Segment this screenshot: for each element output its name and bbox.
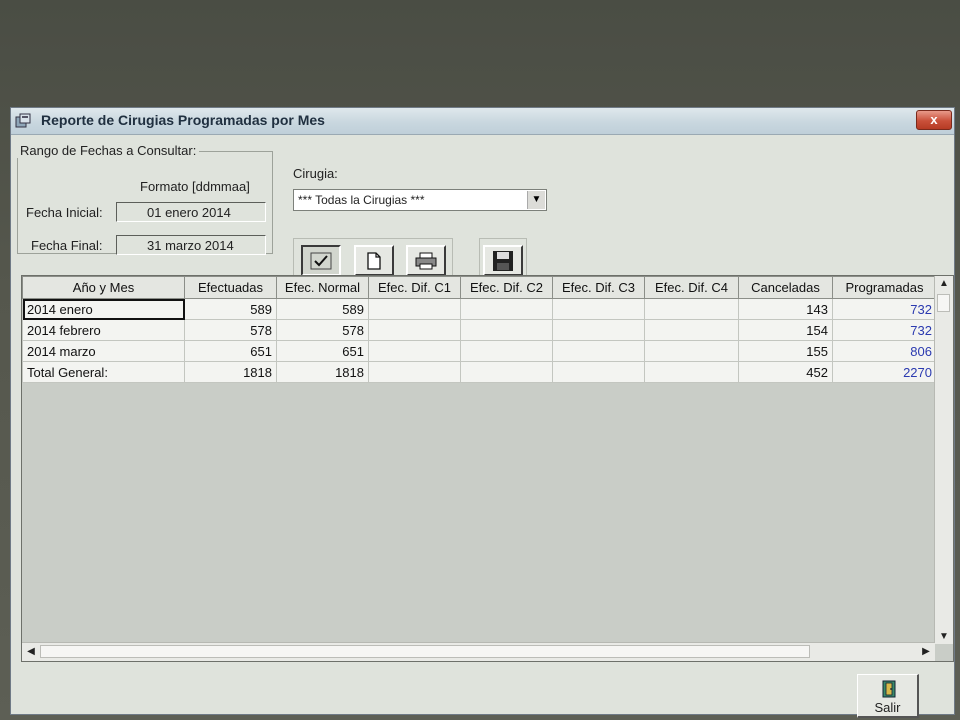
table-cell[interactable] xyxy=(644,319,739,341)
surgery-label: Cirugia: xyxy=(293,166,338,181)
table-row[interactable]: 2014 febrero 578 578 154 732 xyxy=(22,319,937,341)
table-cell[interactable]: 651 xyxy=(184,340,277,362)
exit-door-icon xyxy=(882,680,896,698)
table-cell[interactable] xyxy=(644,340,739,362)
run-query-button[interactable] xyxy=(301,245,341,276)
end-date-label: Fecha Final: xyxy=(31,238,103,253)
table-row[interactable]: 2014 marzo 651 651 155 806 xyxy=(22,340,937,362)
table-cell[interactable] xyxy=(460,319,553,341)
column-header[interactable]: Efectuadas xyxy=(184,276,277,299)
report-table: Año y Mes Efectuadas Efec. Normal Efec. … xyxy=(22,276,937,383)
total-row[interactable]: Total General: 1818 1818 452 2270 xyxy=(22,361,937,383)
scroll-down-icon[interactable]: ▼ xyxy=(936,631,952,642)
surgery-select[interactable]: *** Todas la Cirugias *** ▼ xyxy=(293,189,547,211)
end-date-field[interactable]: 31 marzo 2014 xyxy=(116,235,266,255)
table-cell[interactable] xyxy=(644,361,739,383)
table-cell[interactable] xyxy=(644,298,739,320)
window-body: Formato [ddmmaa] Fecha Inicial: 01 enero… xyxy=(11,135,954,718)
table-cell[interactable]: 155 xyxy=(738,340,833,362)
column-header[interactable]: Efec. Normal xyxy=(276,276,369,299)
table-cell[interactable]: 589 xyxy=(276,298,369,320)
column-header[interactable]: Programadas xyxy=(832,276,937,299)
new-report-button[interactable] xyxy=(354,245,394,276)
print-button[interactable] xyxy=(406,245,446,276)
table-cell[interactable]: 2014 enero xyxy=(22,298,185,320)
print-icon xyxy=(415,252,437,269)
table-cell[interactable]: 154 xyxy=(738,319,833,341)
check-icon xyxy=(310,252,332,269)
close-button[interactable]: x xyxy=(916,110,952,130)
table-cell[interactable] xyxy=(368,361,461,383)
date-range-legend: Rango de Fechas a Consultar: xyxy=(17,143,200,158)
surgery-selected-value: *** Todas la Cirugias *** xyxy=(298,193,425,207)
table-cell[interactable]: 2270 xyxy=(832,361,937,383)
column-header[interactable]: Efec. Dif. C2 xyxy=(460,276,553,299)
table-row[interactable]: 2014 enero 589 589 143 732 xyxy=(22,298,937,320)
column-header[interactable]: Efec. Dif. C4 xyxy=(644,276,739,299)
save-button[interactable] xyxy=(483,245,523,276)
table-cell[interactable]: 452 xyxy=(738,361,833,383)
report-window: Reporte de Cirugias Programadas por Mes … xyxy=(10,107,955,718)
table-cell[interactable] xyxy=(552,319,645,341)
table-cell[interactable] xyxy=(552,340,645,362)
horizontal-scrollbar[interactable]: ◀ ▶ xyxy=(22,642,935,661)
table-cell[interactable] xyxy=(460,340,553,362)
table-cell[interactable]: 732 xyxy=(832,298,937,320)
table-cell[interactable] xyxy=(460,361,553,383)
save-icon xyxy=(493,250,513,271)
scroll-right-icon[interactable]: ▶ xyxy=(918,646,934,657)
table-cell[interactable]: 578 xyxy=(184,319,277,341)
table-cell[interactable] xyxy=(460,298,553,320)
column-header[interactable]: Canceladas xyxy=(738,276,833,299)
date-format-label: Formato [ddmmaa] xyxy=(140,179,250,194)
table-cell[interactable]: 589 xyxy=(184,298,277,320)
table-header-row: Año y Mes Efectuadas Efec. Normal Efec. … xyxy=(22,276,937,299)
table-cell[interactable]: Total General: xyxy=(22,361,185,383)
table-cell[interactable]: 2014 febrero xyxy=(22,319,185,341)
date-range-group: Formato [ddmmaa] Fecha Inicial: 01 enero… xyxy=(17,151,273,255)
table-cell[interactable]: 806 xyxy=(832,340,937,362)
report-grid[interactable]: Año y Mes Efectuadas Efec. Normal Efec. … xyxy=(21,275,954,662)
table-cell[interactable]: 143 xyxy=(738,298,833,320)
column-header[interactable]: Efec. Dif. C1 xyxy=(368,276,461,299)
scroll-left-icon[interactable]: ◀ xyxy=(23,646,39,657)
column-header[interactable]: Año y Mes xyxy=(22,276,185,299)
title-bar[interactable]: Reporte de Cirugias Programadas por Mes … xyxy=(11,108,954,135)
scroll-up-icon[interactable]: ▲ xyxy=(936,278,952,289)
table-cell[interactable] xyxy=(368,319,461,341)
table-cell[interactable]: 1818 xyxy=(276,361,369,383)
table-cell[interactable] xyxy=(368,298,461,320)
table-cell[interactable]: 732 xyxy=(832,319,937,341)
table-cell[interactable]: 1818 xyxy=(184,361,277,383)
start-date-field[interactable]: 01 enero 2014 xyxy=(116,202,266,222)
table-cell[interactable] xyxy=(552,361,645,383)
table-cell[interactable]: 651 xyxy=(276,340,369,362)
vertical-scrollbar[interactable]: ▲ ▼ xyxy=(934,276,953,644)
horizontal-scroll-thumb[interactable] xyxy=(40,645,810,658)
exit-button[interactable]: Salir xyxy=(857,674,919,718)
vertical-scroll-thumb[interactable] xyxy=(937,294,950,312)
table-cell[interactable] xyxy=(552,298,645,320)
table-cell[interactable] xyxy=(368,340,461,362)
window-title: Reporte de Cirugias Programadas por Mes xyxy=(41,112,325,128)
table-cell[interactable]: 2014 marzo xyxy=(22,340,185,362)
exit-button-label: Salir xyxy=(874,700,901,715)
column-header[interactable]: Efec. Dif. C3 xyxy=(552,276,645,299)
start-date-label: Fecha Inicial: xyxy=(26,205,103,220)
new-document-icon xyxy=(367,251,381,270)
app-icon xyxy=(15,113,31,128)
table-cell[interactable]: 578 xyxy=(276,319,369,341)
chevron-down-icon[interactable]: ▼ xyxy=(527,191,545,209)
